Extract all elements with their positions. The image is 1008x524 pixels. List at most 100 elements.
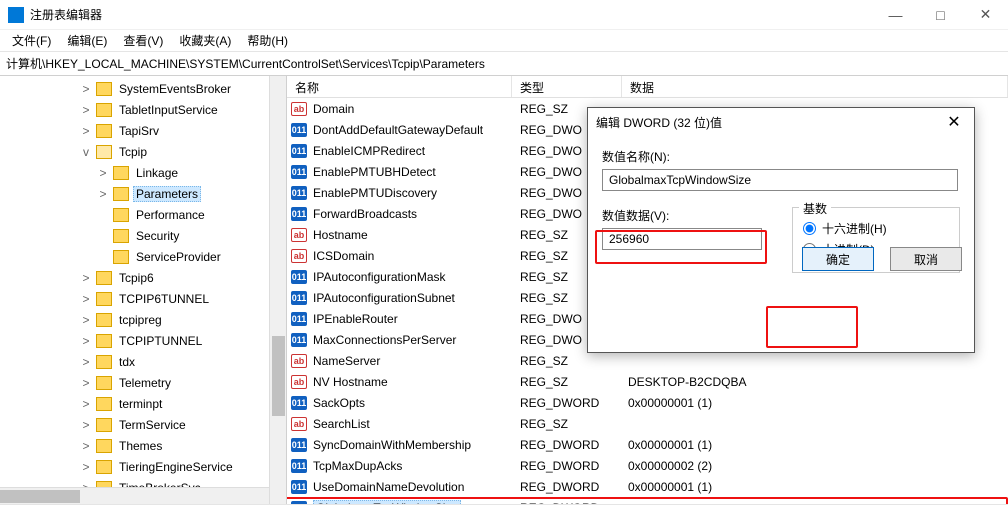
row-name: MaxConnectionsPerServer — [313, 333, 456, 347]
dword-value-icon: 011 — [291, 312, 307, 326]
chevron-right-icon[interactable]: > — [80, 397, 92, 411]
close-button[interactable]: ✕ — [963, 0, 1008, 30]
tree-node-label: TabletInputService — [116, 102, 221, 118]
tree-node[interactable]: >Themes — [0, 435, 286, 456]
dialog-titlebar[interactable]: 编辑 DWORD (32 位)值 ✕ — [588, 108, 974, 136]
menu-view[interactable]: 查看(V) — [115, 30, 171, 51]
value-data-label: 数值数据(V): — [602, 207, 772, 224]
tree-node[interactable]: >Telemetry — [0, 372, 286, 393]
tree-node[interactable]: >ServiceProvider — [0, 246, 286, 267]
tree-node[interactable]: > TabletInputService — [0, 99, 286, 120]
tree-node[interactable]: vTcpip — [0, 141, 286, 162]
dialog-close-button[interactable]: ✕ — [942, 112, 966, 132]
menu-help[interactable]: 帮助(H) — [239, 30, 296, 51]
tree-node-label: Performance — [133, 207, 208, 223]
tree-node[interactable]: >tcpipreg — [0, 309, 286, 330]
tree-hscroll-thumb[interactable] — [0, 490, 80, 503]
folder-icon — [96, 460, 112, 474]
radio-hex[interactable]: 十六进制(H) — [803, 220, 949, 237]
cancel-button[interactable]: 取消 — [890, 247, 962, 271]
row-type: REG_DWORD — [512, 459, 622, 473]
tree-node[interactable]: >TapiSrv — [0, 120, 286, 141]
tree-vscrollbar[interactable] — [269, 76, 286, 504]
tree-node[interactable]: >Linkage — [0, 162, 286, 183]
chevron-right-icon[interactable]: > — [97, 187, 109, 201]
row-name: EnableICMPRedirect — [313, 144, 425, 158]
list-row[interactable]: 011GlobalmaxTcpWindowSizeREG_DWORD — [287, 497, 1008, 504]
tree-node-label: Parameters — [133, 186, 201, 202]
tree-node[interactable]: >TCPIP6TUNNEL — [0, 288, 286, 309]
folder-icon — [96, 397, 112, 411]
chevron-right-icon[interactable]: > — [80, 271, 92, 285]
list-row[interactable]: 011TcpMaxDupAcksREG_DWORD0x00000002 (2) — [287, 455, 1008, 476]
tree-node[interactable]: > SystemEventsBroker — [0, 78, 286, 99]
chevron-right-icon[interactable]: > — [80, 439, 92, 453]
chevron-right-icon[interactable]: > — [80, 376, 92, 390]
menu-edit[interactable]: 编辑(E) — [59, 30, 115, 51]
row-name: ForwardBroadcasts — [313, 207, 417, 221]
tree-node[interactable]: >Tcpip6 — [0, 267, 286, 288]
row-name: SyncDomainWithMembership — [313, 438, 471, 452]
row-name: TcpMaxDupAcks — [313, 459, 402, 473]
list-row[interactable]: 011UseDomainNameDevolutionREG_DWORD0x000… — [287, 476, 1008, 497]
list-row[interactable]: abNameServerREG_SZ — [287, 350, 1008, 371]
chevron-right-icon[interactable]: > — [80, 460, 92, 474]
tree-node[interactable]: > TieringEngineService — [0, 456, 286, 477]
tree-node[interactable]: > Parameters — [0, 183, 286, 204]
col-name[interactable]: 名称 — [287, 76, 512, 97]
minimize-button[interactable]: — — [873, 0, 918, 30]
chevron-right-icon[interactable]: > — [80, 313, 92, 327]
list-row[interactable]: abNV HostnameREG_SZDESKTOP-B2CDQBA — [287, 371, 1008, 392]
chevron-right-icon[interactable]: > — [80, 418, 92, 432]
ok-button[interactable]: 确定 — [802, 247, 874, 271]
tree-node[interactable]: >tdx — [0, 351, 286, 372]
chevron-right-icon[interactable]: > — [97, 166, 109, 180]
tree-node-label: TermService — [116, 417, 189, 433]
string-value-icon: ab — [291, 228, 307, 242]
col-type[interactable]: 类型 — [512, 76, 622, 97]
chevron-right-icon[interactable]: > — [80, 103, 92, 117]
chevron-down-icon[interactable]: v — [80, 145, 92, 159]
radio-hex-input[interactable] — [803, 222, 816, 235]
row-name: NameServer — [313, 354, 380, 368]
tree-node[interactable]: >terminpt — [0, 393, 286, 414]
tree-node[interactable]: >Security — [0, 225, 286, 246]
value-data-input[interactable] — [602, 228, 762, 250]
tree-node[interactable]: >Performance — [0, 204, 286, 225]
chevron-right-icon[interactable]: > — [80, 334, 92, 348]
address-bar[interactable]: 计算机\HKEY_LOCAL_MACHINE\SYSTEM\CurrentCon… — [0, 52, 1008, 76]
value-name-input[interactable] — [602, 169, 958, 191]
folder-icon — [96, 334, 112, 348]
col-data[interactable]: 数据 — [622, 76, 1008, 97]
list-row[interactable]: 011SyncDomainWithMembershipREG_DWORD0x00… — [287, 434, 1008, 455]
tree-node-label: ServiceProvider — [133, 249, 224, 265]
chevron-right-icon[interactable]: > — [80, 355, 92, 369]
row-name: EnablePMTUBHDetect — [313, 165, 436, 179]
base-group-title: 基数 — [799, 200, 831, 217]
dword-value-icon: 011 — [291, 144, 307, 158]
menu-favorites[interactable]: 收藏夹(A) — [171, 30, 239, 51]
string-value-icon: ab — [291, 375, 307, 389]
tree-node[interactable]: >TCPIPTUNNEL — [0, 330, 286, 351]
tree-vscroll-thumb[interactable] — [272, 336, 285, 416]
row-name: EnablePMTUDiscovery — [313, 186, 437, 200]
string-value-icon: ab — [291, 417, 307, 431]
list-row[interactable]: 011SackOptsREG_DWORD0x00000001 (1) — [287, 392, 1008, 413]
menu-file[interactable]: 文件(F) — [4, 30, 59, 51]
dword-value-icon: 011 — [291, 501, 307, 505]
tree-hscrollbar[interactable] — [0, 487, 269, 504]
row-data: 0x00000002 (2) — [622, 459, 1008, 473]
tree-node-label: TieringEngineService — [116, 459, 236, 475]
chevron-right-icon[interactable]: > — [80, 82, 92, 96]
value-name-label: 数值名称(N): — [602, 148, 960, 165]
folder-icon — [96, 292, 112, 306]
tree-node[interactable]: > TermService — [0, 414, 286, 435]
chevron-right-icon[interactable]: > — [80, 124, 92, 138]
list-row[interactable]: abSearchListREG_SZ — [287, 413, 1008, 434]
tree-node-label: SystemEventsBroker — [116, 81, 234, 97]
chevron-right-icon[interactable]: > — [80, 292, 92, 306]
row-name: Hostname — [313, 228, 368, 242]
dword-value-icon: 011 — [291, 291, 307, 305]
row-name: GlobalmaxTcpWindowSize — [313, 500, 461, 505]
maximize-button[interactable]: □ — [918, 0, 963, 30]
